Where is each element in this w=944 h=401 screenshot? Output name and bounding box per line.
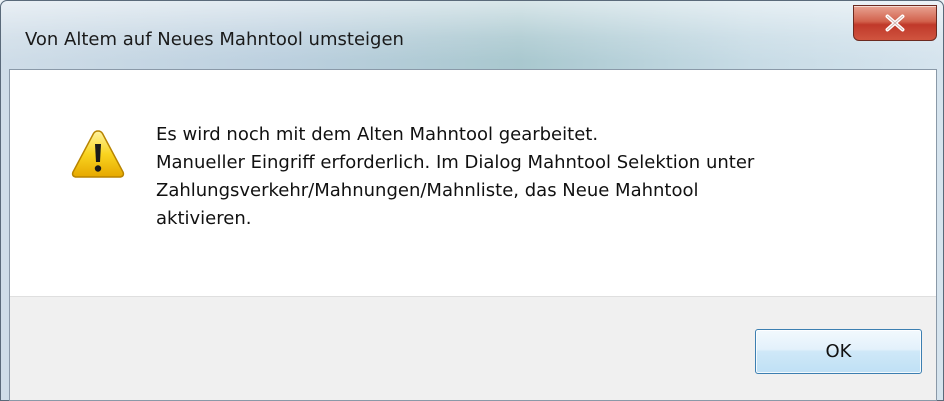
ok-button[interactable]: OK	[755, 329, 922, 374]
title-bar[interactable]: Von Altem auf Neues Mahntool umsteigen	[1, 1, 944, 69]
message-line: Manueller Eingriff erforderlich. Im Dial…	[156, 152, 755, 173]
message-line: Zahlungsverkehr/Mahnungen/Mahnliste, das…	[156, 180, 699, 201]
close-button[interactable]	[853, 5, 937, 41]
message-area: Es wird noch mit dem Alten Mahntool gear…	[10, 70, 936, 296]
message-line: Es wird noch mit dem Alten Mahntool gear…	[156, 124, 599, 145]
message-line: aktivieren.	[156, 208, 252, 229]
button-bar: OK	[10, 296, 936, 400]
message-text: Es wird noch mit dem Alten Mahntool gear…	[156, 121, 896, 233]
warning-icon	[71, 130, 125, 178]
close-icon	[885, 14, 905, 32]
window-title: Von Altem auf Neues Mahntool umsteigen	[25, 29, 404, 50]
dialog-window: Von Altem auf Neues Mahntool umsteigen E…	[0, 0, 944, 401]
dialog-client-area: Es wird noch mit dem Alten Mahntool gear…	[9, 69, 937, 401]
